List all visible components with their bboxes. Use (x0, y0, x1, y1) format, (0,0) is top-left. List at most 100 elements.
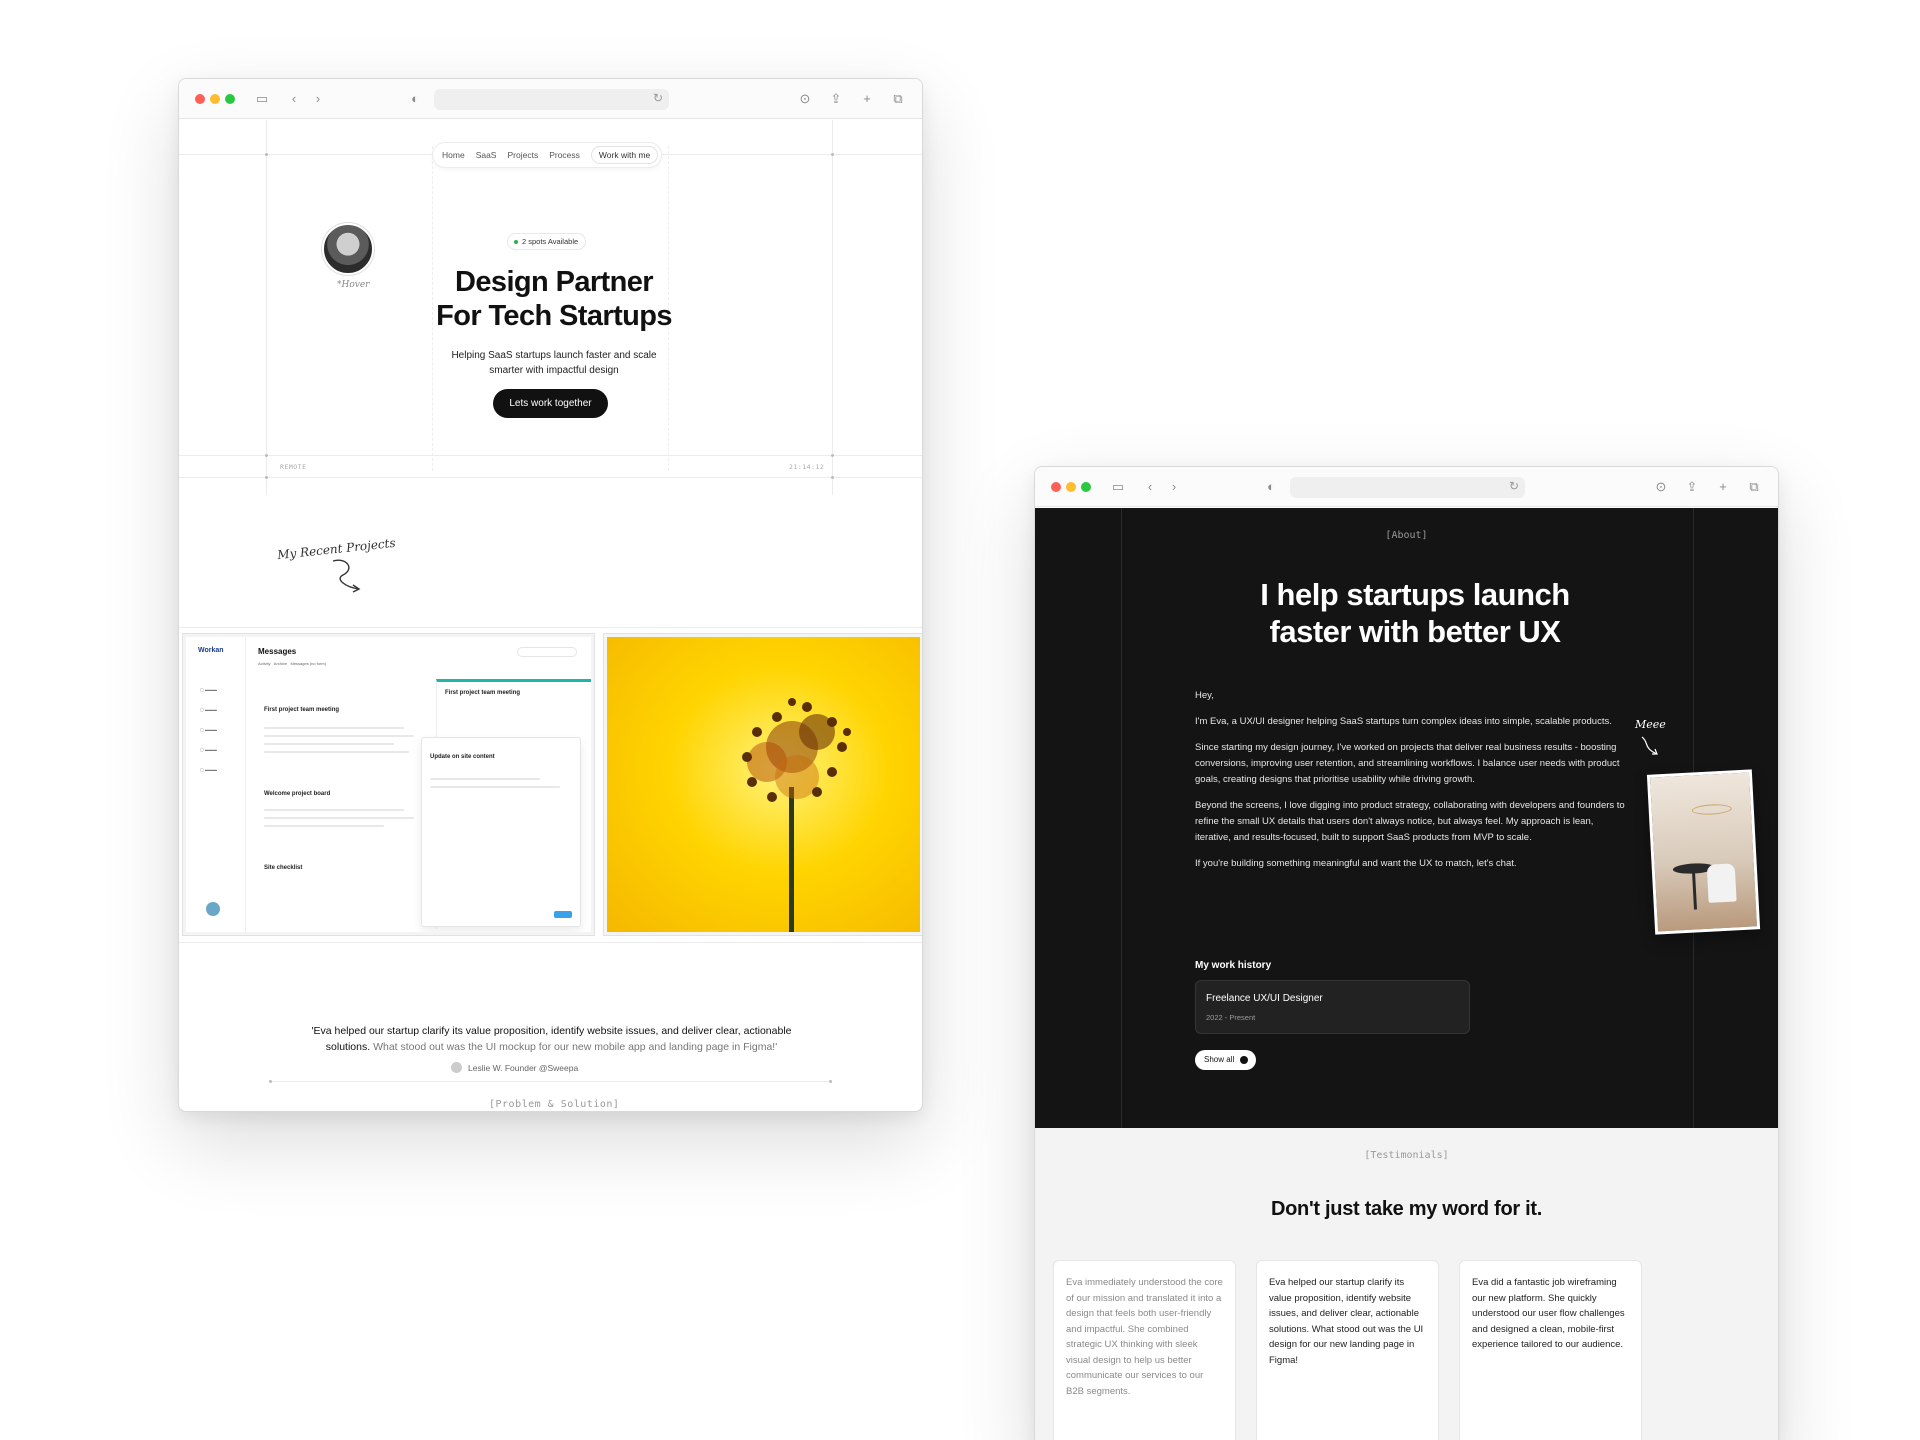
guide-marker (265, 454, 268, 457)
page-content: [About] I help startups launch faster wi… (1035, 508, 1778, 1440)
show-all-button[interactable]: Show all (1195, 1050, 1257, 1070)
job-role: Freelance UX/UI Designer (1206, 993, 1323, 1004)
mockup-tab: Activity (258, 661, 271, 666)
new-tab-icon[interactable]: + (859, 91, 875, 107)
new-tab-icon[interactable]: + (1715, 479, 1731, 495)
mockup-nav-item: ▢ ▬▬▬ (200, 727, 217, 732)
sidebar-toggle-icon[interactable]: ▭ (254, 91, 270, 107)
about-paragraph: Since starting my design journey, I've w… (1195, 742, 1620, 785)
share-icon[interactable]: ⇪ (828, 91, 844, 107)
lets-work-together-button[interactable]: Lets work together (493, 389, 608, 418)
guide-marker (831, 476, 834, 479)
close-window-button[interactable] (1051, 482, 1061, 492)
layout-guide (179, 627, 922, 628)
photo-chair (1706, 863, 1737, 903)
tab-overview-icon[interactable]: ⧉ (1746, 479, 1762, 495)
about-title-line: faster with better UX (1269, 614, 1561, 649)
mockup-nav-item: ▢ ▬▬▬ (200, 687, 217, 692)
location-label: REMOTE (280, 463, 307, 471)
interior-photo (1646, 769, 1761, 935)
mockup-text-line (430, 778, 540, 780)
browser-window-about: ▭ ‹ › ◐ ↻ ⊙ ⇪ + ⧉ [About] I help startup… (1034, 466, 1779, 1440)
work-with-me-button[interactable]: Work with me (590, 146, 659, 164)
about-body: Hey, I'm Eva, a UX/UI designer helping S… (1195, 688, 1625, 882)
avatar[interactable] (322, 223, 374, 275)
address-bar[interactable]: ↻ (1290, 477, 1525, 498)
work-history-item[interactable]: Freelance UX/UI Designer 2022 - Present (1195, 980, 1470, 1034)
quote-author: Leslie W. Founder @Sweepa (451, 1062, 578, 1073)
problem-solution-tag: [Problem & Solution] (489, 1099, 620, 1110)
layout-guide (832, 120, 833, 495)
mockup-text-line (264, 817, 414, 819)
layout-guide (179, 477, 922, 478)
forward-icon[interactable]: › (310, 91, 326, 107)
about-title-line: I help startups launch (1260, 577, 1570, 612)
hover-note: *Hover (337, 280, 370, 290)
sidebar-toggle-icon[interactable]: ▭ (1110, 479, 1126, 495)
hero-title-line: Design Partner (455, 266, 653, 298)
reload-icon[interactable]: ↻ (653, 91, 663, 105)
download-icon[interactable]: ⊙ (1653, 479, 1669, 495)
forward-icon[interactable]: › (1166, 479, 1182, 495)
hero-title-line: For Tech Startups (436, 300, 672, 332)
photo-table-leg (1692, 871, 1697, 910)
mockup-nav-item: ▢ ▬▬▬ (200, 767, 217, 772)
minimize-window-button[interactable] (1066, 482, 1076, 492)
hero-title: Design Partner For Tech Startups (389, 265, 719, 333)
minimize-window-button[interactable] (210, 94, 220, 104)
meet-note: Meee (1635, 718, 1666, 731)
nav-link-projects[interactable]: Projects (507, 150, 538, 160)
layout-guide (266, 120, 267, 495)
download-icon[interactable]: ⊙ (797, 91, 813, 107)
mockup-tab: Messages (no form) (290, 661, 327, 666)
about-section: [About] I help startups launch faster wi… (1035, 508, 1778, 1128)
clock-label: 21:14:12 (789, 463, 825, 471)
close-window-button[interactable] (195, 94, 205, 104)
mockup-tab: Archive (273, 661, 288, 666)
layout-guide (179, 942, 922, 943)
privacy-shield-icon[interactable]: ◐ (1263, 479, 1279, 495)
page-content: Home SaaS Projects Process Work with me … (179, 120, 922, 1111)
about-paragraph: If you're building something meaningful … (1195, 858, 1517, 869)
hero-subtitle: Helping SaaS startups launch faster and … (451, 350, 657, 376)
layout-guide (179, 455, 922, 456)
zoom-window-button[interactable] (225, 94, 235, 104)
browser-toolbar: ▭ ‹ › ◐ ↻ ⊙ ⇪ + ⧉ (1035, 467, 1778, 507)
project-card-dashboard[interactable]: Workan ▢ ▬▬▬ ▢ ▬▬▬ ▢ ▬▬▬ ▢ ▬▬▬ ▢ ▬▬▬ Mes… (182, 633, 595, 936)
guide-marker (265, 476, 268, 479)
about-paragraph: I'm Eva, a UX/UI designer helping SaaS s… (1195, 716, 1612, 727)
mockup-popup-title: Update on site content (430, 754, 495, 760)
photo-lamp (1691, 803, 1733, 816)
mockup-tabs: Activity Archive Messages (no form) (258, 661, 326, 666)
mockup-list-item: Welcome project board (264, 791, 331, 797)
share-icon[interactable]: ⇪ (1684, 479, 1700, 495)
testimonial-card: Eva did a fantastic job wireframing our … (1459, 1260, 1642, 1440)
mockup-title: Messages (258, 647, 297, 656)
mockup-text-line (264, 751, 409, 753)
nav-link-saas[interactable]: SaaS (476, 150, 497, 160)
nav-link-home[interactable]: Home (442, 150, 465, 160)
mockup-card-title: First project team meeting (445, 690, 521, 696)
address-bar[interactable]: ↻ (434, 89, 669, 110)
quote-muted: What stood out was the UI mockup for our… (373, 1041, 778, 1053)
about-title: I help startups launch faster with bette… (1185, 576, 1645, 650)
reload-icon[interactable]: ↻ (1509, 479, 1519, 493)
browser-window-home: ▭ ‹ › ◐ ↻ ⊙ ⇪ + ⧉ Home SaaS Projects Pro… (178, 78, 923, 1112)
nav-link-process[interactable]: Process (549, 150, 580, 160)
back-icon[interactable]: ‹ (286, 91, 302, 107)
privacy-shield-icon[interactable]: ◐ (407, 91, 423, 107)
flower-illustration (742, 698, 851, 932)
mockup-sidebar (186, 637, 246, 932)
guide-marker (265, 153, 268, 156)
mockup-text-line (264, 825, 384, 827)
mockup-search (517, 647, 577, 657)
project-card-photo[interactable] (603, 633, 922, 936)
zoom-window-button[interactable] (1081, 482, 1091, 492)
mockup-list-item: Site checklist (264, 865, 303, 871)
tab-overview-icon[interactable]: ⧉ (890, 91, 906, 107)
guide-marker (269, 1080, 272, 1083)
work-history-heading: My work history (1195, 960, 1272, 971)
testimonial-card: Eva immediately understood the core of o… (1053, 1260, 1236, 1440)
testimonials-title: Don't just take my word for it. (1270, 1198, 1543, 1220)
back-icon[interactable]: ‹ (1142, 479, 1158, 495)
